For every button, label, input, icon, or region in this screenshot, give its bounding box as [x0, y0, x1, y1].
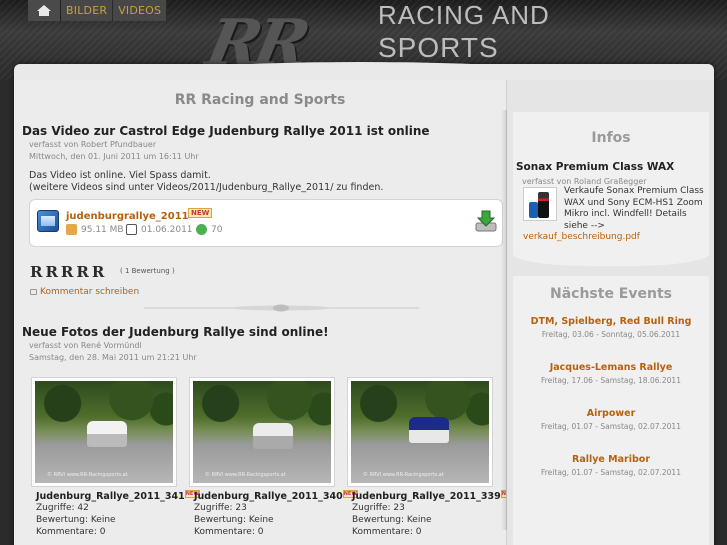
sidebar: Infos Sonax Premium Class WAX verfasst v… [501, 80, 715, 545]
post-author: verfasst von Robert Pfundbauer [29, 140, 157, 149]
filesize-icon [66, 224, 77, 235]
post-title-video[interactable]: Das Video zur Castrol Edge Judenburg Ral… [22, 124, 430, 138]
photo-name[interactable]: Judenburg_Rallye_2011_340NEW [194, 490, 358, 502]
post-author: verfasst von René Vormündl [29, 341, 142, 350]
page-title: RR Racing and Sports [174, 92, 346, 108]
photo-comments: Kommentare: 0 [352, 527, 422, 537]
post-title-photos[interactable]: Neue Fotos der Judenburg Rallye sind onl… [22, 325, 329, 339]
comment-link-label: Kommentar schreiben [40, 287, 140, 297]
rating-count: ( 1 Bewertung ) [120, 267, 175, 275]
photo-watermark: © RRVI www.RR-Racingsports.at [363, 472, 444, 478]
new-badge: NEW [188, 208, 213, 218]
nav-videos[interactable]: VIDEOS [113, 0, 168, 21]
post-divider [144, 304, 419, 312]
photo-watermark: © RRVI www.RR-Racingsports.at [47, 472, 128, 478]
photo-comments: Kommentare: 0 [194, 527, 264, 537]
photo-comments: Kommentare: 0 [36, 527, 106, 537]
post-date: Samstag, den 28. Mai 2011 um 21:21 Uhr [29, 353, 197, 362]
photo-thumbnail[interactable]: © RRVI www.RR-Racingsports.at [347, 377, 493, 487]
event-name[interactable]: Rallye Maribor [507, 454, 715, 465]
event-date: Freitag, 01.07 - Samstag, 02.07.2011 [541, 422, 681, 431]
rally-photo: © RRVI www.RR-Racingsports.at [351, 381, 489, 483]
photo-rating: Bewertung: Keine [36, 515, 116, 525]
photo-name[interactable]: Judenburg_Rallye_2011_341NEW [36, 490, 200, 502]
event-item[interactable]: Airpower Freitag, 01.07 - Samstag, 02.07… [507, 408, 715, 431]
photo-name[interactable]: Judenburg_Rallye_2011_339NEW [352, 490, 516, 502]
event-item[interactable]: Rallye Maribor Freitag, 01.07 - Samstag,… [507, 454, 715, 477]
main-content: RR Racing and Sports Das Video zur Castr… [14, 80, 516, 545]
photo-rating: Bewertung: Keine [352, 515, 432, 525]
comment-link[interactable]: Kommentar schreiben [30, 287, 139, 297]
sonax-title[interactable]: Sonax Premium Class WAX [516, 161, 674, 173]
event-name[interactable]: DTM, Spielberg, Red Bull Ring [507, 316, 715, 327]
photo-thumbnail[interactable]: © RRVI www.RR-Racingsports.at [189, 377, 335, 487]
download-icon[interactable] [474, 209, 498, 233]
photo-card[interactable]: © RRVI www.RR-Racingsports.at Judenburg_… [31, 377, 200, 545]
video-file-icon [37, 210, 59, 232]
photo-card[interactable]: © RRVI www.RR-Racingsports.at Judenburg_… [189, 377, 358, 545]
rating-stars[interactable]: RRRRR [30, 263, 107, 281]
post-body-line1: Das Video ist online. Viel Spass damit. [29, 170, 211, 181]
calendar-icon [126, 224, 137, 235]
event-date: Freitag, 17.06 - Samstag, 18.06.2011 [541, 376, 681, 385]
post-date: Mittwoch, den 01. Juni 2011 um 16:11 Uhr [29, 152, 199, 161]
nav-bilder[interactable]: BILDER [61, 0, 114, 21]
photo-thumbnail[interactable]: © RRVI www.RR-Racingsports.at [31, 377, 177, 487]
photo-hits: Zugriffe: 23 [194, 503, 247, 513]
infos-heading: Infos [591, 130, 631, 146]
photo-name-label: Judenburg_Rallye_2011_341 [36, 491, 185, 502]
comment-icon [30, 288, 37, 295]
download-box: judenburgrallye_2011 NEW 95.11 MB 01.06.… [29, 199, 503, 247]
rally-photo: © RRVI www.RR-Racingsports.at [193, 381, 331, 483]
events-heading: Nächste Events [549, 286, 672, 302]
logo-text-line2: SPORTS [378, 32, 499, 63]
event-item[interactable]: DTM, Spielberg, Red Bull Ring Freitag, 0… [507, 316, 715, 339]
download-date: 01.06.2011 [141, 225, 193, 235]
event-name[interactable]: Airpower [507, 408, 715, 419]
photo-rating: Bewertung: Keine [194, 515, 274, 525]
sonax-author: verfasst von Roland Graßegger [522, 177, 647, 186]
download-filesize: 95.11 MB [81, 225, 124, 235]
photo-watermark: © RRVI www.RR-Racingsports.at [205, 472, 286, 478]
photo-card[interactable]: © RRVI www.RR-Racingsports.at Judenburg_… [347, 377, 516, 545]
photo-name-label: Judenburg_Rallye_2011_340 [194, 491, 343, 502]
home-icon [37, 5, 51, 16]
post-body-line2: (weitere Videos sind unter Videos/2011/J… [29, 182, 384, 193]
photo-hits: Zugriffe: 23 [352, 503, 405, 513]
home-button[interactable] [28, 0, 61, 21]
download-filename-link[interactable]: judenburgrallye_2011 [66, 211, 189, 222]
photo-name-label: Judenburg_Rallye_2011_339 [352, 491, 501, 502]
download-count-icon [196, 224, 207, 235]
event-item[interactable]: Jacques-Lemans Rallye Freitag, 17.06 - S… [507, 362, 715, 385]
photo-hits: Zugriffe: 42 [36, 503, 89, 513]
event-name[interactable]: Jacques-Lemans Rallye [507, 362, 715, 373]
top-navigation: BILDER VIDEOS [28, 0, 168, 21]
sonax-product-image [523, 187, 557, 221]
rally-photo: © RRVI www.RR-Racingsports.at [35, 381, 173, 483]
event-date: Freitag, 03.06 - Sonntag, 05.06.2011 [541, 330, 681, 339]
sonax-description: Verkaufe Sonax Premium Class WAX und Son… [564, 186, 704, 231]
event-date: Freitag, 01.07 - Samstag, 02.07.2011 [541, 468, 681, 477]
download-count: 70 [211, 225, 223, 235]
sonax-pdf-link[interactable]: verkauf_beschreibung.pdf [523, 232, 640, 242]
logo-text-line1: RACING AND [378, 0, 550, 30]
